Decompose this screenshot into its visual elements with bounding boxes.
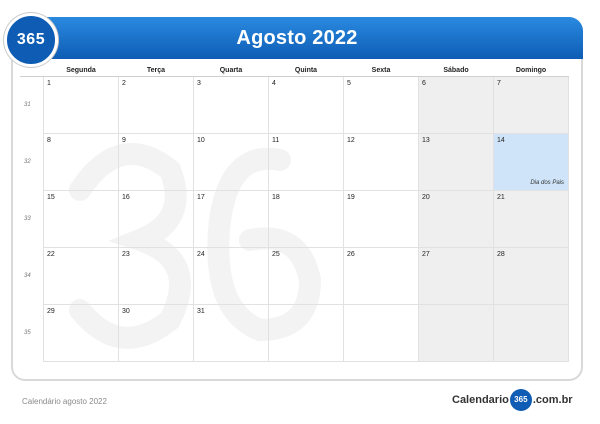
day-cell[interactable]: 4	[268, 76, 344, 134]
week-number-header	[20, 64, 44, 77]
day-number: 25	[272, 251, 280, 258]
day-cell-weekend[interactable]: 7	[493, 76, 569, 134]
day-number: 20	[422, 194, 430, 201]
day-number: 28	[497, 251, 505, 258]
day-cell[interactable]: 24	[193, 247, 269, 305]
week-row: 34 22 23 24 25 26 27 28	[20, 247, 569, 305]
footer-caption: Calendário agosto 2022	[22, 397, 107, 406]
day-number: 27	[422, 251, 430, 258]
day-number: 7	[497, 80, 501, 87]
brand-suffix: .com.br	[532, 394, 573, 406]
day-cell-empty	[268, 304, 344, 362]
day-number: 11	[272, 137, 280, 144]
day-cell[interactable]: 29	[43, 304, 119, 362]
weekday-label: Sábado	[418, 64, 494, 77]
brand-prefix: Calendario	[452, 394, 509, 406]
week-row: 33 15 16 17 18 19 20 21	[20, 190, 569, 248]
day-cell[interactable]: 23	[118, 247, 194, 305]
day-cell[interactable]: 17	[193, 190, 269, 248]
weekday-label: Domingo	[493, 64, 569, 77]
day-number: 29	[47, 308, 55, 315]
day-number: 5	[347, 80, 351, 87]
day-number: 23	[122, 251, 130, 258]
day-cell-weekend[interactable]: 6	[418, 76, 494, 134]
day-number: 18	[272, 194, 280, 201]
day-number: 14	[497, 137, 505, 144]
brand-logo[interactable]: Calendario 365 .com.br	[452, 388, 573, 412]
day-number: 1	[47, 80, 51, 87]
weekday-label: Quinta	[268, 64, 344, 77]
week-row: 31 1 2 3 4 5 6 7	[20, 76, 569, 134]
brand-badge: 365	[509, 389, 532, 411]
day-cell[interactable]: 18	[268, 190, 344, 248]
logo-365: 365	[4, 13, 58, 67]
weekday-label: Quarta	[193, 64, 269, 77]
day-number: 22	[47, 251, 55, 258]
day-number: 19	[347, 194, 355, 201]
day-number: 17	[197, 194, 205, 201]
week-number: 32	[24, 159, 31, 165]
day-cell[interactable]: 25	[268, 247, 344, 305]
day-cell[interactable]: 1	[43, 76, 119, 134]
day-cell-weekend[interactable]: 28	[493, 247, 569, 305]
day-number: 21	[497, 194, 505, 201]
week-number: 33	[24, 216, 31, 222]
weekday-label: Segunda	[43, 64, 119, 77]
day-number: 26	[347, 251, 355, 258]
weekday-label: Sexta	[343, 64, 419, 77]
day-number: 4	[272, 80, 276, 87]
day-cell-weekend-empty	[418, 304, 494, 362]
week-number: 31	[24, 102, 31, 109]
day-number: 30	[122, 308, 130, 315]
week-row: 35 29 30 31	[20, 304, 569, 362]
day-number: 15	[47, 194, 55, 201]
day-cell-weekend-empty	[493, 304, 569, 362]
day-cell-weekend[interactable]: 21	[493, 190, 569, 248]
day-cell[interactable]: 11	[268, 133, 344, 191]
day-cell-weekend[interactable]: 20	[418, 190, 494, 248]
day-cell[interactable]: 19	[343, 190, 419, 248]
day-number: 16	[122, 194, 130, 201]
day-cell[interactable]: 5	[343, 76, 419, 134]
week-row: 32 8 9 10 11 12 13 14 Dia dos Pais	[20, 133, 569, 191]
day-cell[interactable]: 9	[118, 133, 194, 191]
day-number: 9	[122, 137, 126, 144]
day-cell[interactable]: 16	[118, 190, 194, 248]
calendar-grid: Segunda Terça Quarta Quinta Sexta Sábado…	[20, 64, 569, 362]
weekday-label: Terça	[118, 64, 194, 77]
day-number: 6	[422, 80, 426, 87]
day-cell[interactable]: 22	[43, 247, 119, 305]
day-cell-weekend[interactable]: 27	[418, 247, 494, 305]
day-cell-empty	[343, 304, 419, 362]
day-cell[interactable]: 30	[118, 304, 194, 362]
day-cell[interactable]: 31	[193, 304, 269, 362]
day-number: 24	[197, 251, 205, 258]
day-cell[interactable]: 26	[343, 247, 419, 305]
day-number: 10	[197, 137, 205, 144]
event-label: Dia dos Pais	[530, 180, 564, 186]
day-cell[interactable]: 2	[118, 76, 194, 134]
week-number: 35	[24, 330, 31, 336]
day-number: 13	[422, 137, 430, 144]
day-cell[interactable]: 12	[343, 133, 419, 191]
weekday-header-row: Segunda Terça Quarta Quinta Sexta Sábado…	[20, 64, 569, 77]
day-cell-weekend[interactable]: 13	[418, 133, 494, 191]
day-cell[interactable]: 8	[43, 133, 119, 191]
day-number: 8	[47, 137, 51, 144]
day-number: 3	[197, 80, 201, 87]
day-cell[interactable]: 3	[193, 76, 269, 134]
week-number: 34	[24, 273, 31, 279]
day-cell-holiday[interactable]: 14 Dia dos Pais	[493, 133, 569, 191]
day-cell[interactable]: 15	[43, 190, 119, 248]
day-cell[interactable]: 10	[193, 133, 269, 191]
day-number: 12	[347, 137, 355, 144]
day-number: 31	[197, 308, 205, 315]
page-title: Agosto 2022	[236, 27, 358, 49]
day-number: 2	[122, 80, 126, 87]
